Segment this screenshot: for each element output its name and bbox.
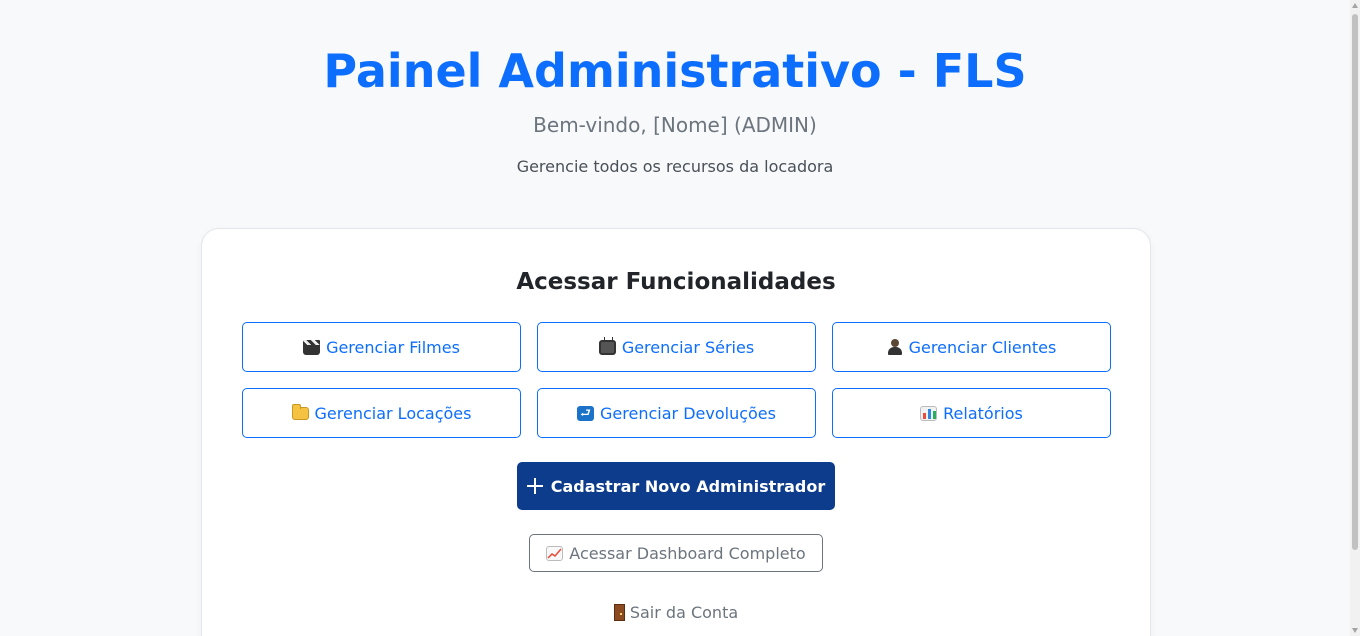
logout-label: Sair da Conta	[629, 603, 739, 622]
vertical-scrollbar[interactable]	[1350, 0, 1360, 636]
manage-series-label: Gerenciar Séries	[621, 337, 755, 357]
manage-clients-label: Gerenciar Clientes	[908, 337, 1057, 357]
manage-rentals-button[interactable]: Gerenciar Locações	[242, 388, 521, 438]
logout-link[interactable]: Sair da Conta	[202, 603, 1150, 622]
welcome-text: Bem-vindo, [Nome] (ADMIN)	[533, 113, 817, 137]
add-admin-button[interactable]: Cadastrar Novo Administrador	[517, 462, 835, 510]
door-icon	[613, 604, 625, 621]
folder-icon	[291, 403, 309, 420]
bar-chart-icon	[920, 405, 938, 421]
person-icon	[887, 339, 903, 355]
card-title: Acessar Funcionalidades	[516, 269, 836, 295]
manage-movies-button[interactable]: Gerenciar Filmes	[242, 322, 521, 372]
scroll-up-arrow-icon[interactable]	[1352, 3, 1358, 8]
manage-rentals-label: Gerenciar Locações	[314, 403, 472, 423]
clapper-board-icon	[303, 339, 321, 355]
add-admin-label: Cadastrar Novo Administrador	[550, 476, 826, 496]
page-subtitle: Gerencie todos os recursos da locadora	[516, 157, 834, 176]
dashboard-button[interactable]: Acessar Dashboard Completo	[529, 534, 823, 572]
features-card: Acessar Funcionalidades Gerenciar Filmes…	[201, 228, 1151, 636]
manage-clients-button[interactable]: Gerenciar Clientes	[832, 322, 1111, 372]
scrollbar-thumb[interactable]	[1352, 14, 1358, 550]
manage-series-button[interactable]: Gerenciar Séries	[537, 322, 816, 372]
manage-returns-button[interactable]: ⮐ Gerenciar Devoluções	[537, 388, 816, 438]
reports-label: Relatórios	[943, 403, 1023, 423]
trending-chart-icon	[546, 545, 564, 561]
page: Painel Administrativo - FLS Bem-vindo, […	[0, 0, 1350, 636]
return-arrow-icon: ⮐	[577, 405, 595, 421]
manage-movies-label: Gerenciar Filmes	[326, 337, 460, 357]
plus-icon	[526, 478, 543, 494]
scroll-down-arrow-icon[interactable]	[1352, 628, 1358, 633]
television-icon	[598, 336, 616, 355]
dashboard-label: Acessar Dashboard Completo	[569, 543, 806, 563]
reports-button[interactable]: Relatórios	[832, 388, 1111, 438]
page-title: Painel Administrativo - FLS	[323, 44, 1027, 98]
manage-returns-label: Gerenciar Devoluções	[600, 403, 776, 423]
features-grid: Gerenciar Filmes Gerenciar Séries Gerenc…	[242, 322, 1111, 438]
